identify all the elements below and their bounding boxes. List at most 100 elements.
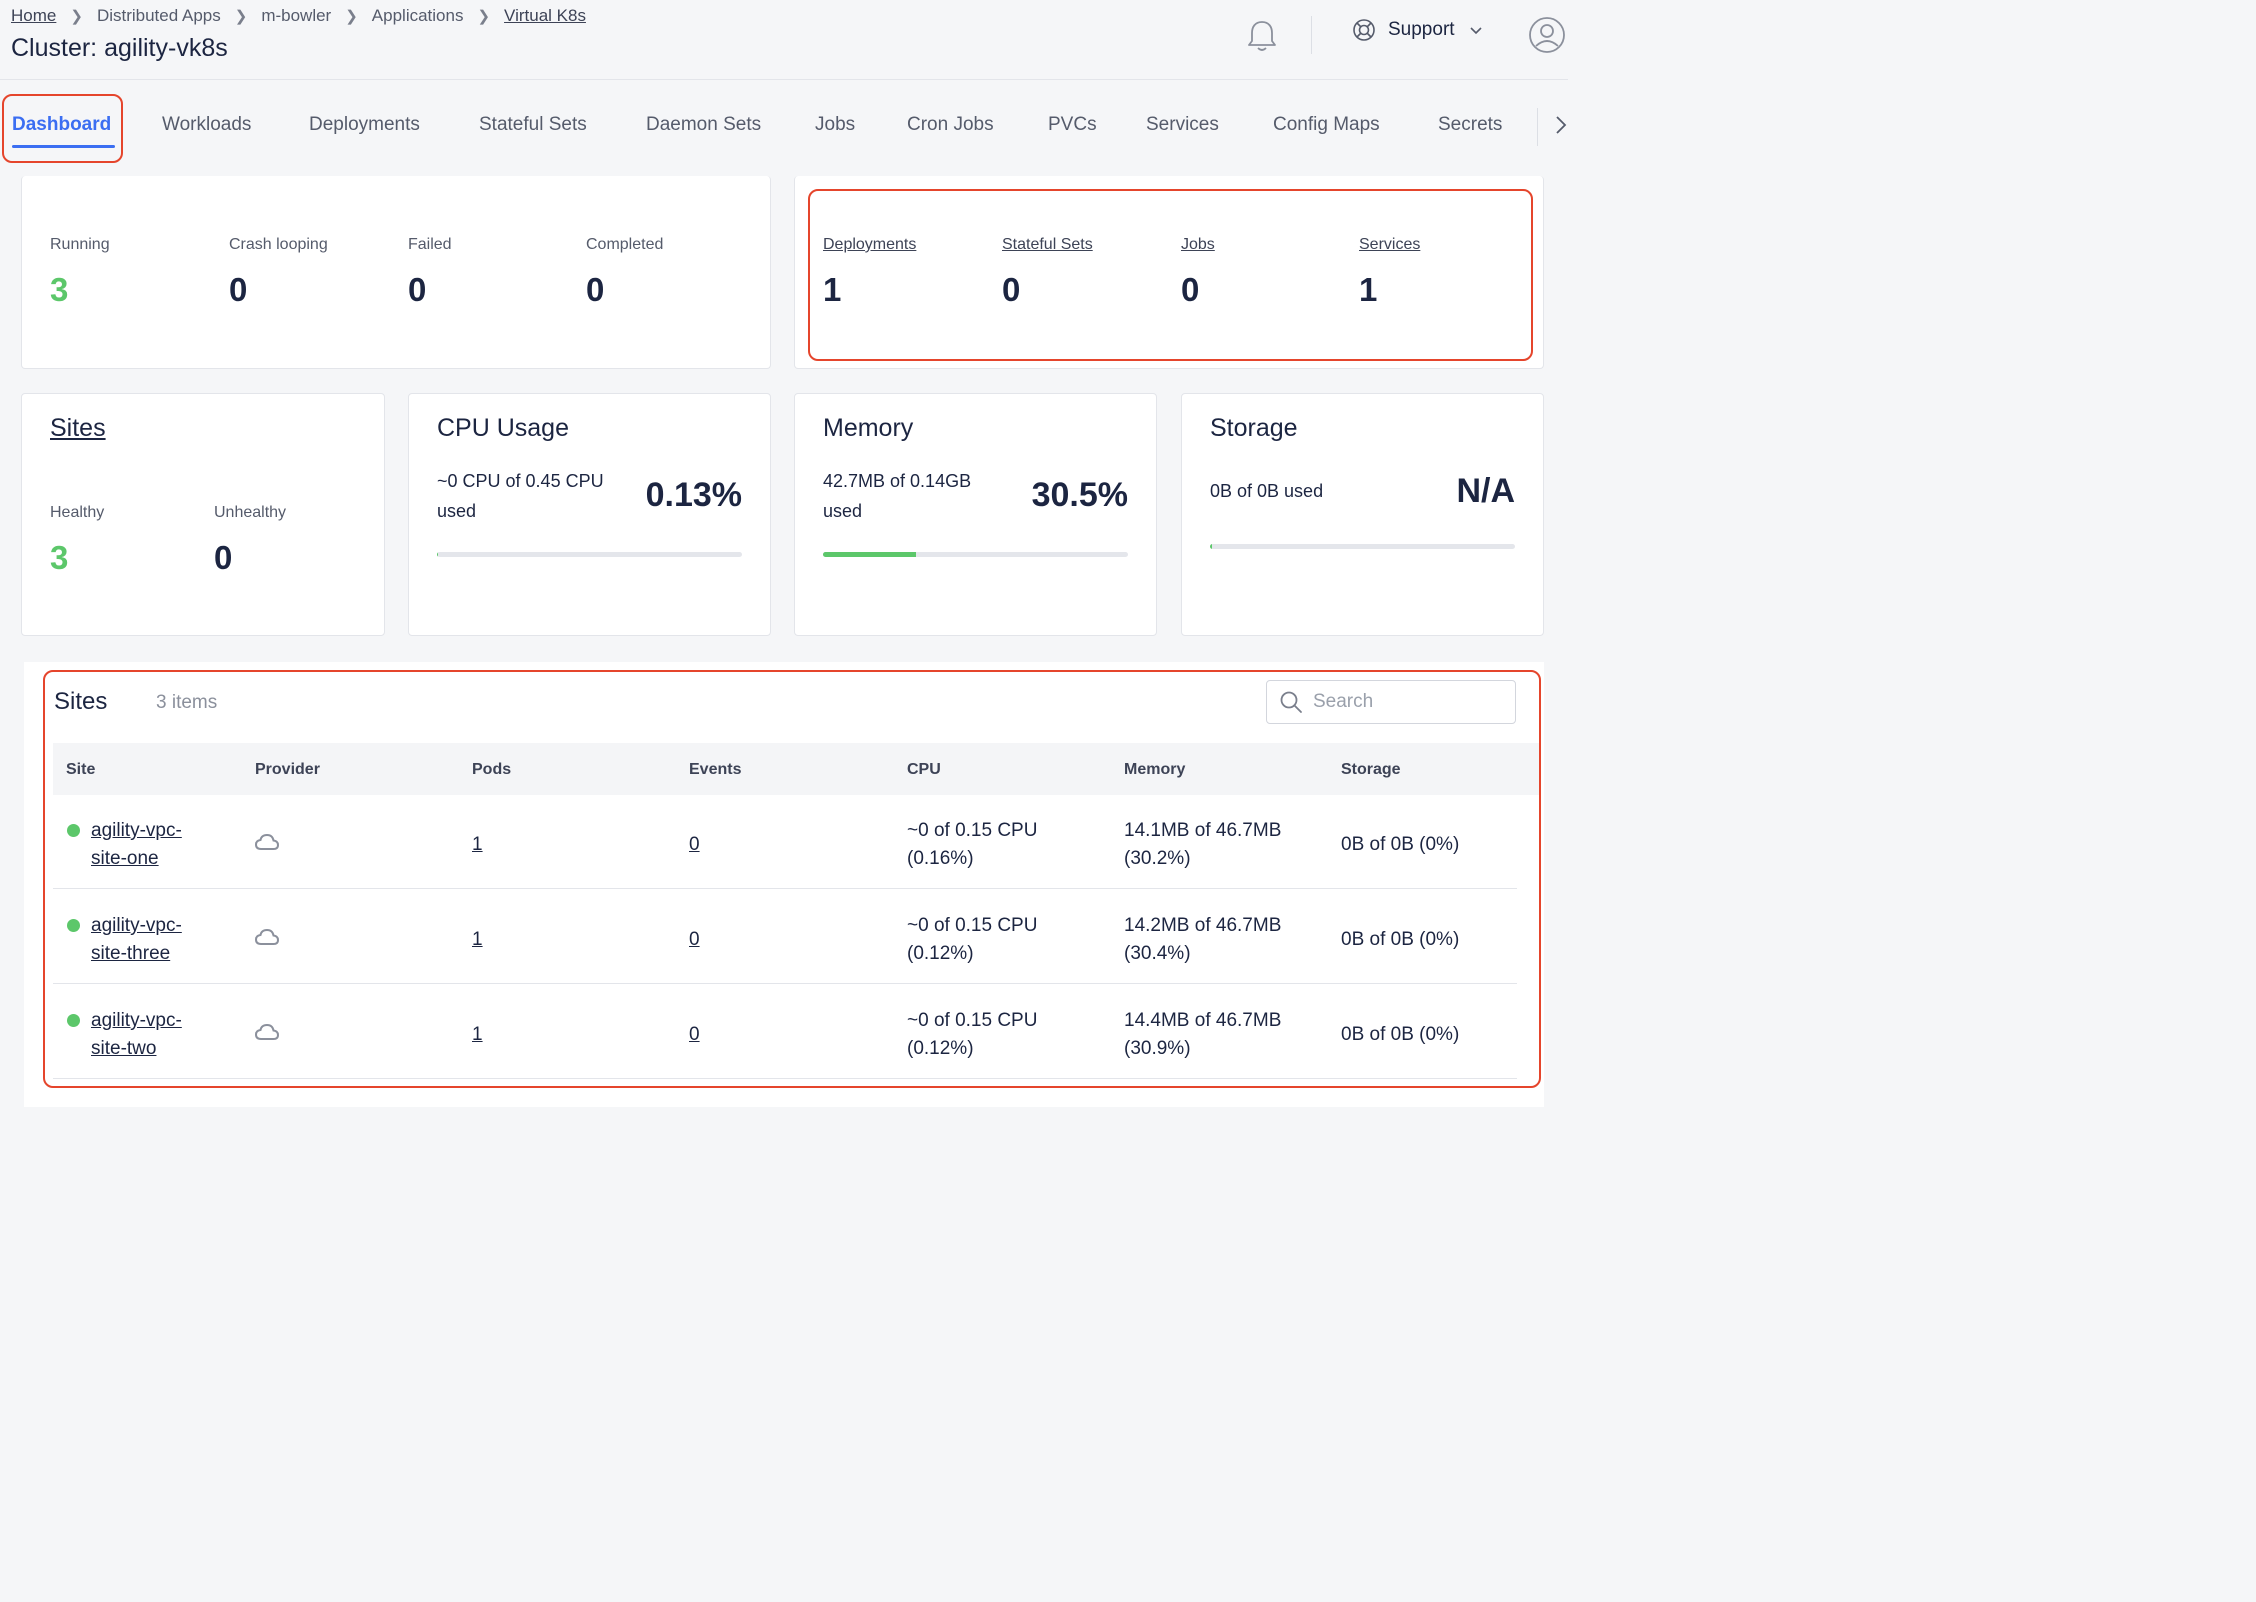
healthy-value: 3 (50, 539, 69, 576)
site-name-line1: agility-vpc- (91, 820, 182, 841)
breadcrumb-chevron-icon: ❯ (70, 8, 83, 25)
user-avatar-icon[interactable] (1528, 16, 1566, 54)
column-header-provider[interactable]: Provider (255, 761, 320, 779)
tab-workloads[interactable]: Workloads (162, 114, 251, 136)
tab-bar: Dashboard Workloads Deployments Stateful… (0, 92, 1568, 156)
healthy-status-dot (67, 1014, 80, 1027)
running-label: Running (50, 236, 110, 253)
table-row: agility-vpc- site-one 1 0 ~0 of 0.15 CPU… (53, 795, 1517, 889)
table-header: Site Provider Pods Events CPU Memory Sto… (53, 743, 1540, 795)
support-label: Support (1388, 19, 1455, 40)
cpu-usage-card: CPU Usage ~0 CPU of 0.45 CPU used 0.13% (408, 393, 771, 636)
column-header-storage[interactable]: Storage (1341, 761, 1401, 779)
storage-usage-bar-fill (1210, 544, 1212, 549)
site-name-link[interactable]: agility-vpc- site-one (91, 817, 231, 873)
memory-cell-line1: 14.4MB of 46.7MB (1124, 1010, 1282, 1031)
sites-summary-card: Sites Healthy 3 Unhealthy 0 (21, 393, 385, 636)
stateful-sets-link[interactable]: Stateful Sets (1002, 236, 1093, 254)
tab-services[interactable]: Services (1146, 114, 1219, 136)
services-link[interactable]: Services (1359, 236, 1420, 254)
tab-daemon-sets[interactable]: Daemon Sets (646, 114, 761, 136)
breadcrumb-applications[interactable]: Applications (372, 6, 464, 26)
tab-jobs[interactable]: Jobs (815, 114, 855, 136)
completed-label: Completed (586, 236, 664, 253)
cloud-icon (255, 833, 279, 850)
unhealthy-value: 0 (214, 539, 233, 576)
completed-value: 0 (586, 271, 605, 308)
site-name-link[interactable]: agility-vpc- site-three (91, 912, 231, 968)
column-header-pods[interactable]: Pods (472, 761, 511, 779)
tab-secrets[interactable]: Secrets (1438, 114, 1502, 136)
deployments-count: 1 (823, 271, 842, 308)
cpu-usage-line2: used (437, 501, 477, 521)
pod-status-card: Running 3 Crash looping 0 Failed 0 Compl… (21, 176, 771, 369)
unhealthy-label: Unhealthy (214, 504, 287, 521)
jobs-count: 0 (1181, 271, 1200, 308)
sites-table-title: Sites (54, 688, 108, 715)
cpu-cell-line1: ~0 of 0.15 CPU (907, 1010, 1038, 1031)
column-header-memory[interactable]: Memory (1124, 761, 1185, 779)
sites-card-title-link[interactable]: Sites (50, 414, 106, 443)
breadcrumb-virtual-k8s[interactable]: Virtual K8s (504, 6, 586, 26)
cpu-usage-percent: 0.13% (645, 476, 742, 514)
column-header-cpu[interactable]: CPU (907, 761, 941, 779)
support-menu-button[interactable]: Support (1352, 18, 1495, 42)
pods-count-link[interactable]: 1 (472, 831, 483, 859)
pods-count-link[interactable]: 1 (472, 926, 483, 954)
breadcrumb-chevron-icon: ❯ (477, 8, 491, 25)
breadcrumb-namespace[interactable]: m-bowler (261, 6, 331, 26)
site-name-link[interactable]: agility-vpc- site-two (91, 1007, 231, 1063)
cpu-cell-line2: (0.12%) (907, 943, 974, 964)
healthy-status-dot (67, 919, 80, 932)
search-box[interactable] (1266, 680, 1516, 724)
services-count: 1 (1359, 271, 1378, 308)
site-name-line1: agility-vpc- (91, 1010, 182, 1031)
page-header: Home ❯ Distributed Apps ❯ m-bowler ❯ App… (0, 0, 1568, 80)
column-header-site[interactable]: Site (66, 761, 95, 779)
events-count-link[interactable]: 0 (689, 926, 700, 954)
crash-looping-value: 0 (229, 271, 248, 308)
events-count-link[interactable]: 0 (689, 831, 700, 859)
search-input[interactable] (1313, 691, 1503, 713)
memory-usage-bar (823, 552, 1128, 557)
tab-stateful-sets[interactable]: Stateful Sets (479, 114, 587, 136)
storage-usage-percent: N/A (1456, 472, 1515, 510)
cpu-cell-line2: (0.16%) (907, 848, 974, 869)
storage-usage-card: Storage 0B of 0B used N/A (1181, 393, 1544, 636)
memory-usage-percent: 30.5% (1031, 476, 1128, 514)
cloud-icon (255, 1023, 279, 1040)
events-count-link[interactable]: 0 (689, 1021, 700, 1049)
lifebuoy-icon (1353, 19, 1375, 41)
memory-usage-card: Memory 42.7MB of 0.14GB used 30.5% (794, 393, 1157, 636)
tab-deployments[interactable]: Deployments (309, 114, 420, 136)
pods-count-link[interactable]: 1 (472, 1021, 483, 1049)
column-header-events[interactable]: Events (689, 761, 741, 779)
deployments-link[interactable]: Deployments (823, 236, 916, 254)
tab-dashboard[interactable]: Dashboard (12, 114, 111, 136)
breadcrumb-distributed-apps[interactable]: Distributed Apps (97, 6, 221, 26)
memory-usage-bar-fill (823, 552, 917, 557)
jobs-link[interactable]: Jobs (1181, 236, 1215, 254)
memory-card-title: Memory (823, 414, 914, 442)
cpu-cell: ~0 of 0.15 CPU (0.12%) (907, 912, 1037, 968)
storage-usage-text: 0B of 0B used (1210, 481, 1324, 501)
breadcrumb-home[interactable]: Home (11, 6, 56, 26)
storage-cell: 0B of 0B (0%) (1341, 1024, 1460, 1045)
header-divider (1311, 16, 1312, 54)
storage-cell: 0B of 0B (0%) (1341, 929, 1460, 950)
cpu-cell: ~0 of 0.15 CPU (0.12%) (907, 1007, 1037, 1063)
tab-config-maps[interactable]: Config Maps (1273, 114, 1380, 136)
memory-usage-text: 42.7MB of 0.14GB used (823, 466, 971, 526)
tab-pvcs[interactable]: PVCs (1048, 114, 1097, 136)
bell-icon[interactable] (1244, 18, 1280, 54)
cpu-usage-line1: ~0 CPU of 0.45 CPU (437, 471, 604, 491)
site-name-line2: site-two (91, 1038, 157, 1059)
tab-cron-jobs[interactable]: Cron Jobs (907, 114, 994, 136)
memory-usage-line1: 42.7MB of 0.14GB (823, 471, 972, 491)
page-title: Cluster: agility-vk8s (11, 34, 228, 62)
memory-cell-line1: 14.1MB of 46.7MB (1124, 820, 1282, 841)
memory-cell: 14.2MB of 46.7MB (30.4%) (1124, 912, 1281, 968)
chevron-right-icon[interactable] (1555, 114, 1567, 136)
memory-cell-line2: (30.9%) (1124, 1038, 1191, 1059)
breadcrumb-chevron-icon: ❯ (234, 8, 248, 25)
